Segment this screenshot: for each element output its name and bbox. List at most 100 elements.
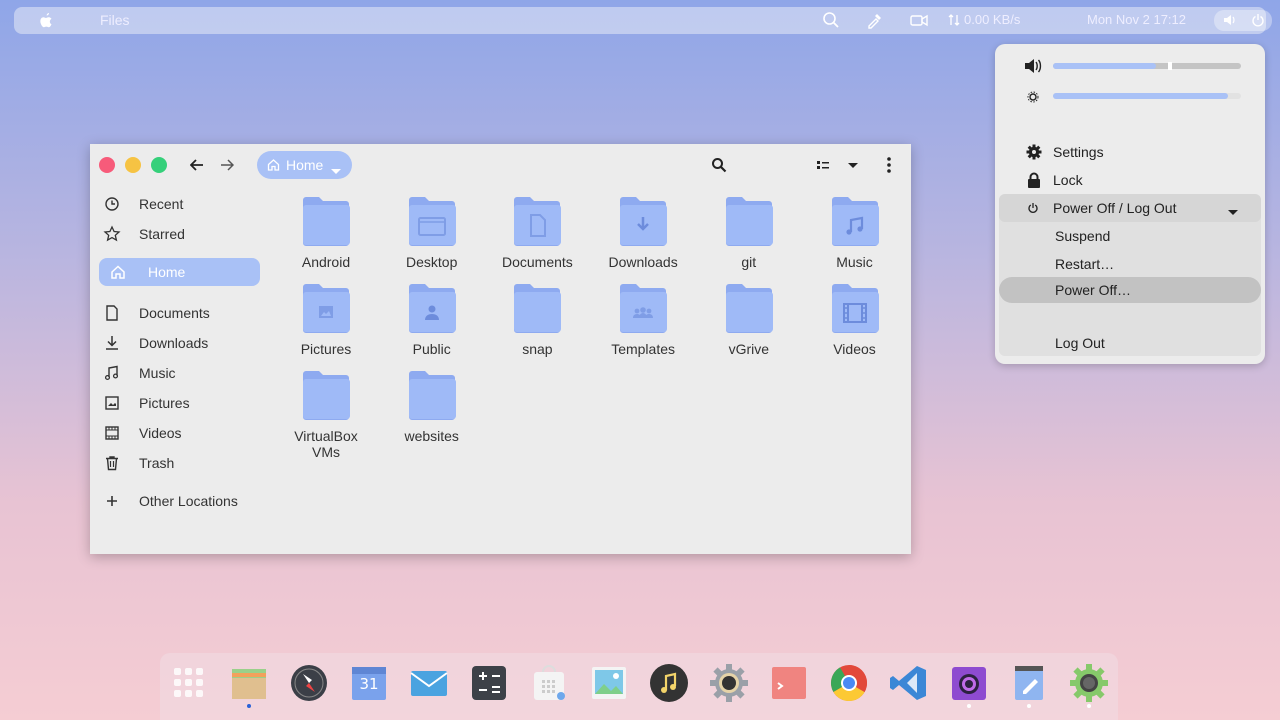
forward-button[interactable] [216, 154, 238, 176]
folder-icon [408, 283, 456, 333]
calculator-icon[interactable] [469, 663, 509, 703]
sidebar-item-label: Videos [139, 425, 182, 441]
folder-desktop[interactable]: Desktop [382, 196, 482, 276]
safari-compass-icon[interactable] [289, 663, 329, 703]
folder-virtualbox-vms[interactable]: VirtualBox VMs [276, 370, 376, 460]
chevron-down-icon [848, 162, 858, 168]
files-icon[interactable] [229, 663, 269, 703]
clock-icon [103, 195, 121, 213]
music-player-icon[interactable] [649, 663, 689, 703]
folder-websites[interactable]: websites [382, 370, 482, 450]
running-indicator [1087, 704, 1091, 708]
text-editor-icon[interactable] [1009, 663, 1049, 703]
folder-label: Public [412, 341, 451, 357]
sidebar-item-starred[interactable]: Starred [99, 220, 260, 248]
folder-label: websites [404, 428, 459, 444]
home-icon [109, 263, 127, 281]
folder-icon [302, 196, 350, 246]
restart-menu-item[interactable]: Restart… [999, 250, 1261, 278]
folder-snap[interactable]: snap [487, 283, 587, 363]
search-icon[interactable] [822, 11, 840, 32]
sidebar-item-documents[interactable]: Documents [99, 299, 260, 327]
maximize-button[interactable] [151, 157, 167, 173]
lock-menu-item[interactable]: Lock [999, 166, 1261, 194]
running-indicator [967, 704, 971, 708]
software-store-icon[interactable] [529, 663, 569, 703]
running-indicator [1027, 704, 1031, 708]
camera-icon[interactable] [949, 663, 989, 703]
view-list-button[interactable] [812, 154, 834, 176]
folder-icon [831, 283, 879, 333]
folder-git[interactable]: git [699, 196, 799, 276]
folder-documents[interactable]: Documents [487, 196, 587, 276]
close-button[interactable] [99, 157, 115, 173]
folder-pictures[interactable]: Pictures [276, 283, 376, 363]
sidebar-item-label: Trash [139, 455, 175, 471]
path-bar-home[interactable]: Home [257, 151, 352, 179]
log-out-label: Log Out [1055, 335, 1105, 351]
clock[interactable]: Mon Nov 2 17:12 [1087, 12, 1186, 27]
sidebar-item-trash[interactable]: Trash [99, 449, 260, 477]
folder-icon [408, 370, 456, 420]
download-icon [103, 334, 121, 352]
volume-slider-handle[interactable] [1168, 62, 1173, 70]
list-view-icon [817, 161, 829, 169]
chevron-down-icon [331, 162, 341, 178]
view-options-button[interactable] [842, 154, 864, 176]
volume-slider[interactable] [1053, 62, 1241, 70]
folder-icon [725, 196, 773, 246]
minimize-button[interactable] [125, 157, 141, 173]
volume-icon [1223, 13, 1237, 30]
log-out-menu-item[interactable]: Log Out [999, 330, 1261, 356]
folder-videos[interactable]: Videos [805, 283, 905, 363]
mail-icon[interactable] [409, 663, 449, 703]
folder-vgrive[interactable]: vGrive [699, 283, 799, 363]
apple-logo-icon[interactable] [38, 12, 54, 32]
sidebar-item-home[interactable]: Home [99, 258, 260, 286]
brightness-slider[interactable] [1053, 93, 1241, 99]
sidebar-item-music[interactable]: Music [99, 359, 260, 387]
app-grid-icon[interactable] [169, 663, 209, 703]
folder-music[interactable]: Music [805, 196, 905, 276]
terminal-icon[interactable] [769, 663, 809, 703]
system-menu-button[interactable] [1214, 10, 1272, 31]
calendar-day: 31 [359, 675, 379, 693]
sidebar-item-downloads[interactable]: Downloads [99, 329, 260, 357]
tweaks-gear-icon[interactable] [1069, 663, 1109, 703]
folder-public[interactable]: Public [382, 283, 482, 363]
menu-button[interactable] [878, 154, 900, 176]
restart-label: Restart… [1055, 256, 1115, 272]
folder-label: Videos [833, 341, 876, 357]
screen-record-icon[interactable] [910, 11, 928, 32]
back-button[interactable] [186, 154, 208, 176]
folder-label: Desktop [406, 254, 458, 270]
sidebar-item-videos[interactable]: Videos [99, 419, 260, 447]
folder-android[interactable]: Android [276, 196, 376, 276]
music-icon [103, 364, 121, 382]
home-icon [267, 158, 280, 174]
folder-icon [302, 283, 350, 333]
calendar-icon[interactable]: 31 [349, 663, 389, 703]
sidebar: Recent Starred Home Documents Downloads Music… [90, 186, 270, 554]
color-picker-icon[interactable] [866, 11, 884, 32]
power-off-menu-item[interactable]: Power Off… [999, 277, 1261, 303]
settings-menu-item[interactable]: Settings [999, 138, 1261, 166]
volume-icon [1024, 58, 1042, 77]
folder-downloads[interactable]: Downloads [593, 196, 693, 276]
star-icon [103, 225, 121, 243]
power-off-log-out-header[interactable]: Power Off / Log Out [999, 194, 1261, 222]
image-viewer-icon[interactable] [589, 663, 629, 703]
sidebar-item-pictures[interactable]: Pictures [99, 389, 260, 417]
settings-gear-icon[interactable] [709, 663, 749, 703]
sidebar-item-recent[interactable]: Recent [99, 190, 260, 218]
search-button[interactable] [708, 154, 730, 176]
suspend-menu-item[interactable]: Suspend [999, 222, 1261, 250]
sidebar-item-label: Starred [139, 226, 185, 242]
sidebar-item-label: Home [148, 264, 186, 280]
chrome-icon[interactable] [829, 663, 869, 703]
top-bar: Files 0.00 KB/s Mon Nov 2 17:12 [14, 7, 1272, 34]
folder-templates[interactable]: Templates [593, 283, 693, 363]
vscode-icon[interactable] [889, 663, 929, 703]
sidebar-item-other-locations[interactable]: Other Locations [99, 487, 260, 515]
active-app-name[interactable]: Files [100, 12, 130, 28]
